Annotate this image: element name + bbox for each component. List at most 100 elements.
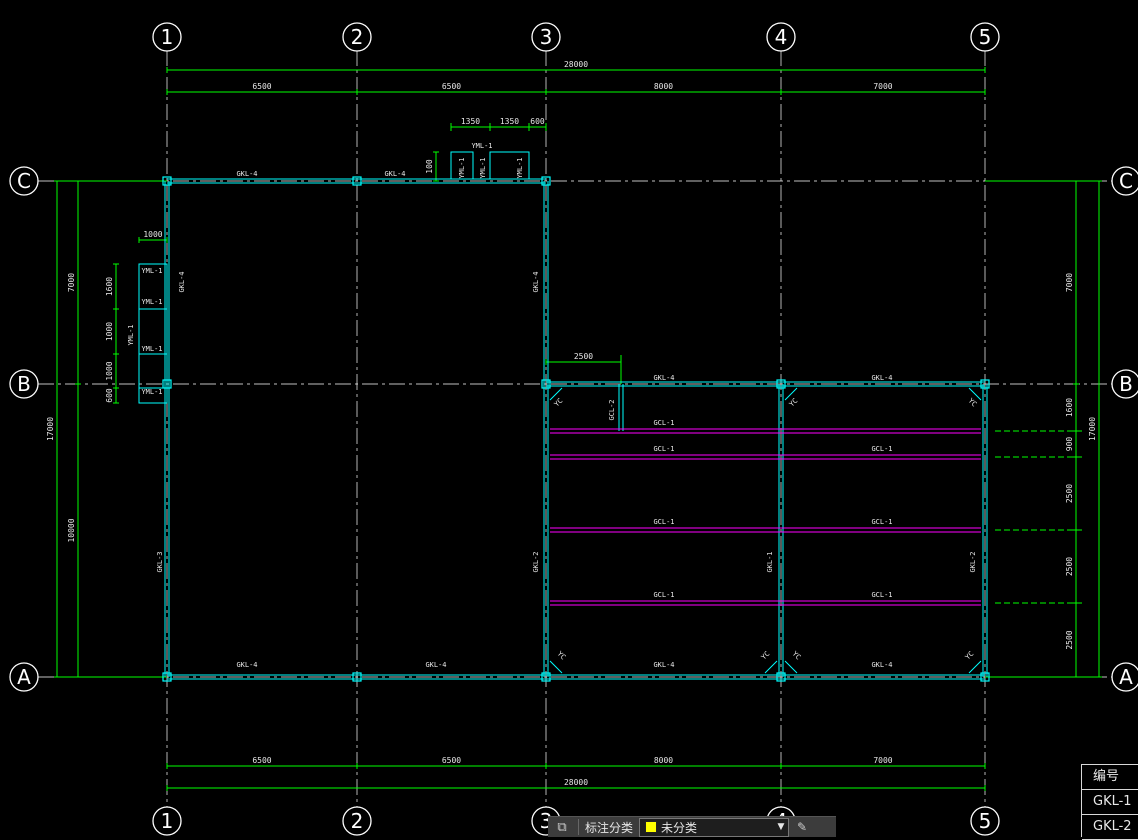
beam-label: GKL-2 <box>532 551 540 572</box>
secondary-beam-label: GCL-1 <box>653 591 674 599</box>
axis-bubble-label: C <box>17 169 31 193</box>
axis-bubble-label: A <box>17 665 31 689</box>
beam-label: GKL-4 <box>532 271 540 292</box>
beam-label: GKL-4 <box>384 170 405 178</box>
dimension-value: 100 <box>425 159 434 174</box>
dimension-value: 7000 <box>1065 273 1074 292</box>
haunch-line <box>549 660 563 674</box>
axis-bubble-label: B <box>1119 372 1133 396</box>
secondary-beam-label: GCL-1 <box>653 419 674 427</box>
beam-labels: YC YC YC YC YC YC YC GKL-4 GKL-4 GKL-4 GKL-4 GKL-4 G… <box>127 142 978 669</box>
cad-drawing-canvas[interactable]: 28000 6500 6500 8000 7000 6500 6500 8000 7000 280… <box>0 0 1138 836</box>
axis-bubble-label: B <box>17 372 31 396</box>
dimension-value: 2500 <box>1065 557 1074 576</box>
dimension-value: 6500 <box>442 82 461 91</box>
secondary-beam-label: GCL-1 <box>871 518 892 526</box>
haunch-label: YC <box>556 650 568 662</box>
haunch-label: YC <box>964 650 976 662</box>
annotation-settings-icon[interactable]: ⧉ <box>548 820 576 835</box>
gate-beam-label: YML-1 <box>458 157 466 178</box>
gate-beam-label: YML-1 <box>471 142 492 150</box>
dimension-value: 1000 <box>105 322 114 341</box>
beam-outlines <box>138 151 990 682</box>
beam-label: GKL-3 <box>156 551 164 572</box>
number-legend-table: 编号 GKL-1 GKL-2 <box>1081 764 1138 840</box>
chevron-down-icon[interactable]: ▼ <box>774 822 788 832</box>
gate-beam-label: YML-1 <box>141 267 162 275</box>
axis-bubble-label: 3 <box>540 25 553 49</box>
dimension-value: 10000 <box>67 518 76 542</box>
haunch-label: YC <box>760 650 772 662</box>
dimension-value: 8000 <box>654 82 673 91</box>
dimension-value: 6500 <box>442 756 461 765</box>
category-color-swatch <box>645 821 658 833</box>
beam-label: GKL-4 <box>871 661 892 669</box>
gate-beam-label: YML-1 <box>141 388 162 396</box>
dimension-value: 2500 <box>574 352 593 361</box>
haunch-line <box>764 660 778 674</box>
dimension-value: 6500 <box>252 756 271 765</box>
secondary-beam-label: GCL-1 <box>871 445 892 453</box>
secondary-beam-label: GCL-1 <box>653 445 674 453</box>
dimension-value: 7000 <box>873 756 892 765</box>
dimension-value: 600 <box>530 117 545 126</box>
dimension-value: 2500 <box>1065 484 1074 503</box>
dimension-value: 8000 <box>654 756 673 765</box>
axis-bubble-label: 5 <box>979 809 992 833</box>
axis-bubble-label: 5 <box>979 25 992 49</box>
axis-bubble-label: 4 <box>775 25 788 49</box>
haunch-label: YC <box>788 397 800 409</box>
dimension-value: 6500 <box>252 82 271 91</box>
secondary-beam-label: GCL-1 <box>653 518 674 526</box>
dimension-value: 17000 <box>46 417 55 441</box>
gate-beam-label: YML-1 <box>479 157 487 178</box>
dimension-value: 2500 <box>1065 630 1074 649</box>
dimension-value: 1350 <box>500 117 519 126</box>
dimension-value: 7000 <box>67 273 76 292</box>
legend-header: 编号 <box>1082 765 1138 790</box>
dimension-value: 1350 <box>461 117 480 126</box>
beam-label: GKL-4 <box>425 661 446 669</box>
gate-beam-label: YML-1 <box>141 298 162 306</box>
haunch-line <box>784 660 798 674</box>
annotation-toolbar: ⧉ 标注分类 未分类 ▼ ✎ <box>548 816 836 837</box>
beam-label: GKL-1 <box>766 551 774 572</box>
haunch-label: YC <box>553 397 565 409</box>
dimension-value: 600 <box>105 388 114 403</box>
beam-label: GKL-4 <box>653 661 674 669</box>
gate-beam-label: YML-1 <box>141 345 162 353</box>
annotation-category-label: 标注分类 <box>585 820 634 835</box>
axis-bubble-label: C <box>1119 169 1133 193</box>
legend-row: GKL-2 <box>1082 815 1138 840</box>
dimension-value: 900 <box>1065 437 1074 452</box>
axis-bubble-label: 1 <box>161 25 174 49</box>
axis-bubble-label: 2 <box>351 809 364 833</box>
beam-label: GKL-2 <box>969 551 977 572</box>
haunch-label: YC <box>791 650 803 662</box>
axis-bubble-label: 1 <box>161 809 174 833</box>
dimension-value: 1600 <box>105 277 114 296</box>
legend-row: GKL-1 <box>1082 790 1138 815</box>
dimension-value: 1600 <box>1065 398 1074 417</box>
beam-label: GKL-4 <box>236 661 257 669</box>
haunch-line <box>968 660 982 674</box>
beam-label: GKL-4 <box>236 170 257 178</box>
gate-beam-label: YML-1 <box>516 157 524 178</box>
dimension-value: 17000 <box>1088 417 1097 441</box>
gate-beam-label: YML-1 <box>127 324 135 345</box>
dimension-value: 28000 <box>564 60 588 69</box>
axis-bubble-label: A <box>1119 665 1133 689</box>
dimension-lines: 28000 6500 6500 8000 7000 6500 6500 8000 7000 280… <box>46 60 1102 791</box>
beam-label: GKL-4 <box>871 374 892 382</box>
haunch-label: YC <box>967 397 979 409</box>
annotation-category-select[interactable]: 未分类 ▼ <box>639 817 790 837</box>
toolbar-divider <box>578 819 579 835</box>
dimension-value: 1000 <box>105 361 114 380</box>
dimension-value: 7000 <box>873 82 892 91</box>
secondary-beam-label: GCL-1 <box>871 591 892 599</box>
edit-icon[interactable]: ✎ <box>789 820 815 834</box>
dimension-value: 1000 <box>143 230 162 239</box>
beam-label: GKL-4 <box>178 271 186 292</box>
dimension-value: 28000 <box>564 778 588 787</box>
category-selected-value: 未分类 <box>661 820 698 835</box>
